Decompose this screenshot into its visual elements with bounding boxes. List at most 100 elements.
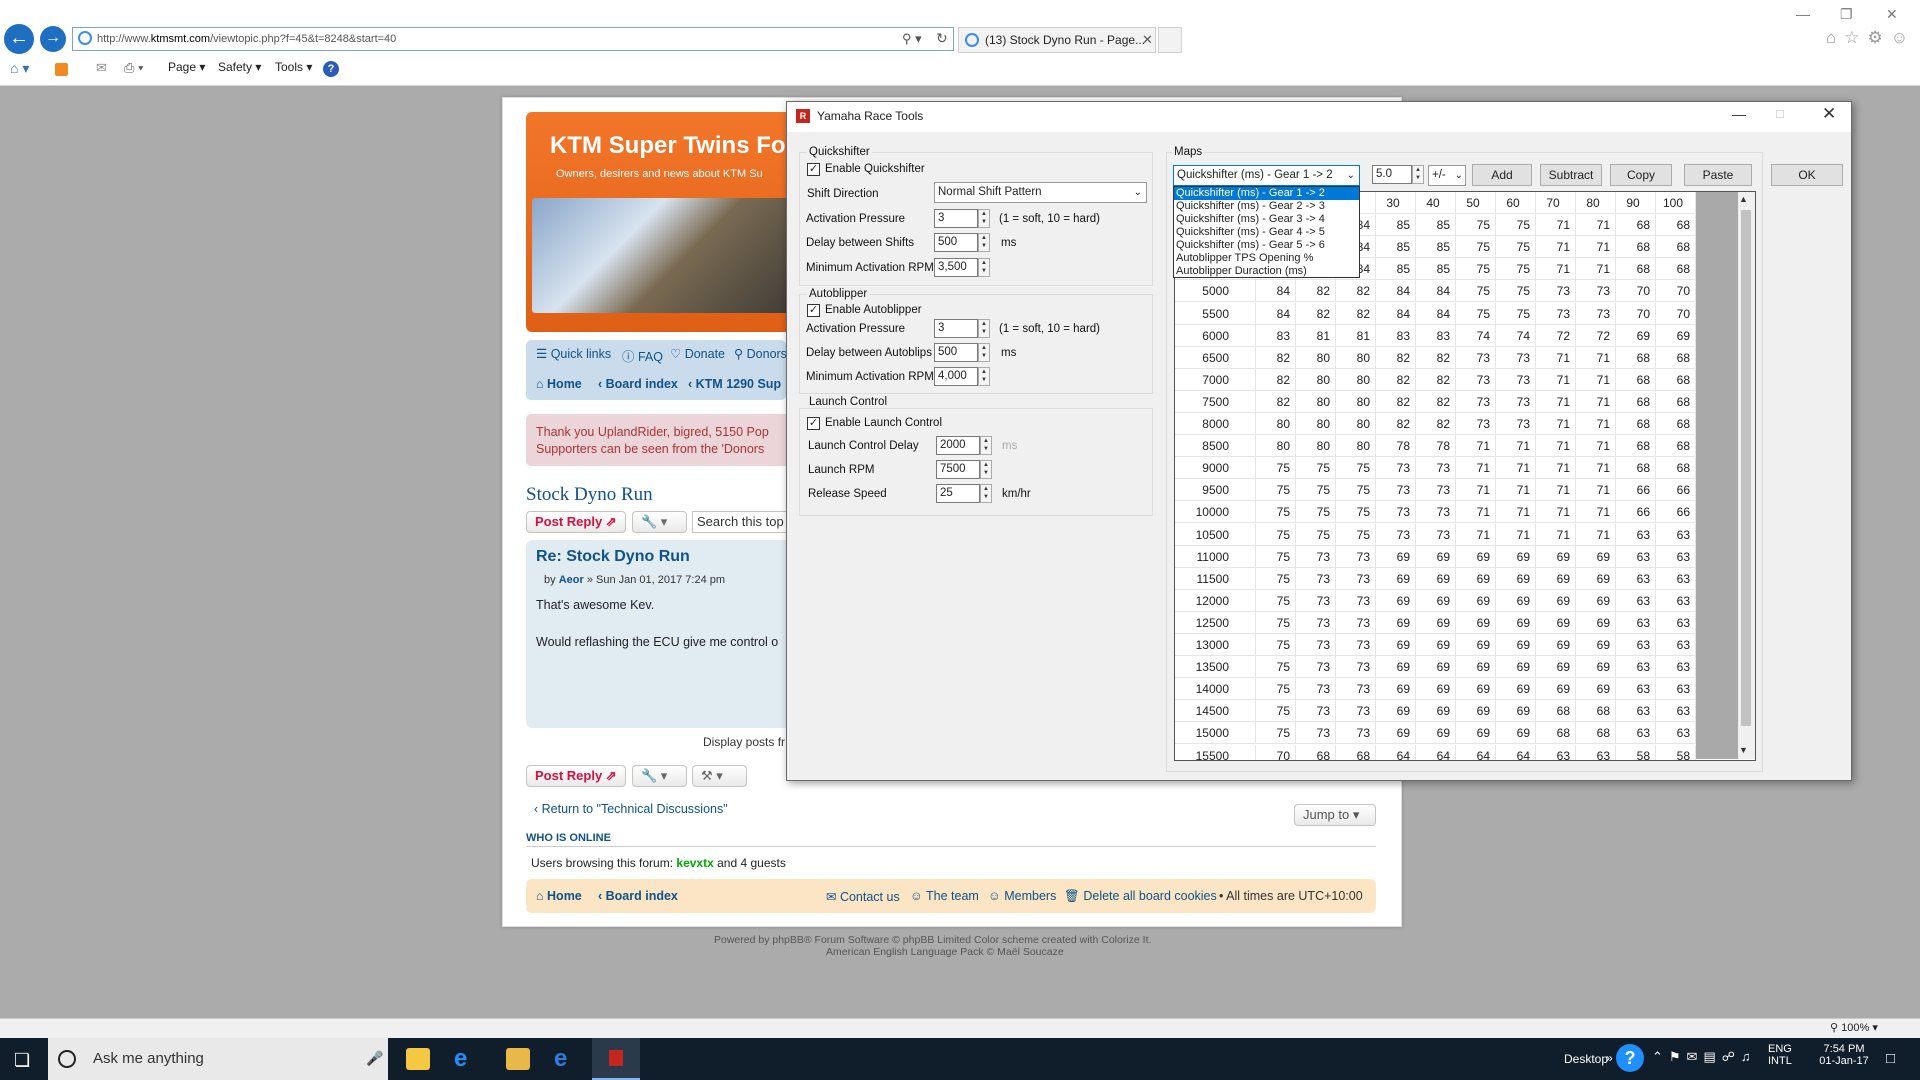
map-cell[interactable]: 71 [1536, 457, 1576, 479]
map-cell[interactable]: 71 [1536, 369, 1576, 391]
scroll-up-icon[interactable]: ▲ [1739, 194, 1748, 204]
map-cell[interactable]: 73 [1416, 457, 1456, 479]
map-cell[interactable]: 63 [1616, 524, 1656, 546]
map-cell[interactable]: 71 [1576, 391, 1616, 413]
map-cell[interactable]: 71 [1496, 524, 1536, 546]
footer-home[interactable]: ⌂ Home [536, 889, 582, 903]
map-cell[interactable]: 68 [1336, 745, 1376, 760]
map-cell[interactable]: 70 [1656, 303, 1696, 325]
rss-icon[interactable] [55, 63, 68, 76]
map-cell[interactable]: 63 [1656, 524, 1696, 546]
map-cell[interactable]: 82 [1376, 413, 1416, 435]
map-cell[interactable]: 81 [1336, 325, 1376, 347]
map-cell[interactable]: 63 [1616, 590, 1656, 612]
breadcrumb-home[interactable]: ⌂ Home [536, 377, 582, 391]
map-cell[interactable]: 73 [1296, 700, 1336, 722]
map-cell[interactable]: 63 [1656, 656, 1696, 678]
map-cell[interactable]: 75 [1496, 280, 1536, 302]
map-cell[interactable]: 66 [1616, 479, 1656, 501]
map-cell[interactable]: 68 [1576, 722, 1616, 744]
map-cell[interactable]: 64 [1456, 745, 1496, 760]
dialog-close-icon[interactable]: ✕ [1822, 104, 1836, 124]
map-cell[interactable]: 73 [1536, 303, 1576, 325]
map-cell[interactable]: 75 [1256, 612, 1296, 634]
map-cell[interactable]: 80 [1336, 413, 1376, 435]
footer-contact[interactable]: ✉ Contact us [826, 889, 900, 904]
windows-start-icon[interactable]: ❏ [14, 1050, 30, 1071]
map-cell[interactable]: 73 [1376, 501, 1416, 523]
map-option[interactable]: Autoblipper TPS Opening % [1174, 252, 1359, 265]
map-cell[interactable]: 71 [1536, 391, 1576, 413]
map-table-scrollbar[interactable]: ▲ ▼ [1738, 192, 1755, 759]
search-topic-input[interactable]: Search this top [692, 511, 792, 533]
map-cell[interactable]: 71 [1576, 413, 1616, 435]
map-cell[interactable]: 80 [1256, 435, 1296, 457]
ab-pressure-spinner[interactable]: ▲ ▼ [978, 319, 990, 338]
map-cell[interactable]: 75 [1256, 457, 1296, 479]
map-cell[interactable]: 63 [1616, 634, 1656, 656]
tools-menu[interactable]: Tools ▾ [275, 60, 312, 74]
map-cell[interactable]: 70 [1616, 303, 1656, 325]
browser-tab[interactable]: (13) Stock Dyno Run - Page... [958, 27, 1156, 53]
map-cell[interactable]: 69 [1456, 634, 1496, 656]
map-cell[interactable]: 75 [1296, 524, 1336, 546]
map-cell[interactable]: 85 [1376, 258, 1416, 280]
cortana-search-box[interactable]: Ask me anything [48, 1038, 388, 1080]
topic-tools-button-bottom[interactable]: 🔧 ▾ [632, 765, 687, 787]
map-cell[interactable]: 75 [1456, 280, 1496, 302]
map-cell[interactable]: 82 [1416, 369, 1456, 391]
map-cell[interactable]: 66 [1656, 501, 1696, 523]
jump-to-button[interactable]: Jump to ▾ [1294, 804, 1376, 826]
map-cell[interactable]: 69 [1376, 546, 1416, 568]
qs-rpm-input[interactable]: 3,500 [934, 258, 978, 277]
map-cell[interactable]: 69 [1456, 700, 1496, 722]
map-cell[interactable]: 82 [1256, 347, 1296, 369]
map-cell[interactable]: 72 [1536, 325, 1576, 347]
qs-delay-input[interactable]: 500 [934, 233, 978, 252]
map-cell[interactable]: 69 [1416, 656, 1456, 678]
map-cell[interactable]: 68 [1576, 700, 1616, 722]
map-cell[interactable]: 75 [1256, 546, 1296, 568]
internet-explorer-icon[interactable]: e [454, 1045, 467, 1073]
enable-autoblipper-checkbox[interactable]: ✓ [807, 304, 820, 317]
map-cell[interactable]: 69 [1536, 546, 1576, 568]
step-value-input[interactable]: 5.0 [1372, 165, 1412, 184]
map-cell[interactable]: 66 [1616, 501, 1656, 523]
map-cell[interactable]: 71 [1536, 258, 1576, 280]
map-cell[interactable]: 69 [1456, 546, 1496, 568]
map-cell[interactable]: 73 [1296, 656, 1336, 678]
map-cell[interactable]: 71 [1576, 435, 1616, 457]
qs-pressure-spinner[interactable]: ▲ ▼ [978, 209, 990, 228]
explorer-window-icon[interactable] [506, 1048, 530, 1070]
map-cell[interactable]: 69 [1496, 612, 1536, 634]
map-cell[interactable]: 82 [1336, 303, 1376, 325]
desktop-chevron-icon[interactable]: » [1606, 1051, 1613, 1065]
scroll-thumb[interactable] [1741, 210, 1751, 726]
map-cell[interactable]: 80 [1296, 435, 1336, 457]
map-cell[interactable]: 73 [1296, 634, 1336, 656]
map-cell[interactable]: 71 [1576, 258, 1616, 280]
map-cell[interactable]: 75 [1296, 457, 1336, 479]
map-cell[interactable]: 73 [1416, 479, 1456, 501]
map-cell[interactable]: 75 [1296, 479, 1336, 501]
map-select-dropdown[interactable]: Quickshifter (ms) - Gear 1 -> 2 Quickshi… [1173, 186, 1360, 278]
map-cell[interactable]: 69 [1496, 590, 1536, 612]
map-cell[interactable]: 73 [1336, 546, 1376, 568]
map-cell[interactable]: 75 [1336, 524, 1376, 546]
map-cell[interactable]: 63 [1616, 700, 1656, 722]
map-cell[interactable]: 75 [1256, 590, 1296, 612]
map-cell[interactable]: 69 [1496, 568, 1536, 590]
map-cell[interactable]: 63 [1616, 678, 1656, 700]
map-cell[interactable]: 68 [1616, 457, 1656, 479]
map-cell[interactable]: 69 [1496, 546, 1536, 568]
map-cell[interactable]: 69 [1456, 678, 1496, 700]
map-cell[interactable]: 68 [1656, 391, 1696, 413]
map-cell[interactable]: 71 [1576, 347, 1616, 369]
map-cell[interactable]: 75 [1256, 634, 1296, 656]
map-cell[interactable]: 69 [1416, 722, 1456, 744]
map-cell[interactable]: 73 [1496, 369, 1536, 391]
map-cell[interactable]: 82 [1416, 391, 1456, 413]
map-cell[interactable]: 63 [1616, 722, 1656, 744]
new-tab-button[interactable] [1158, 27, 1182, 53]
map-cell[interactable]: 63 [1616, 568, 1656, 590]
